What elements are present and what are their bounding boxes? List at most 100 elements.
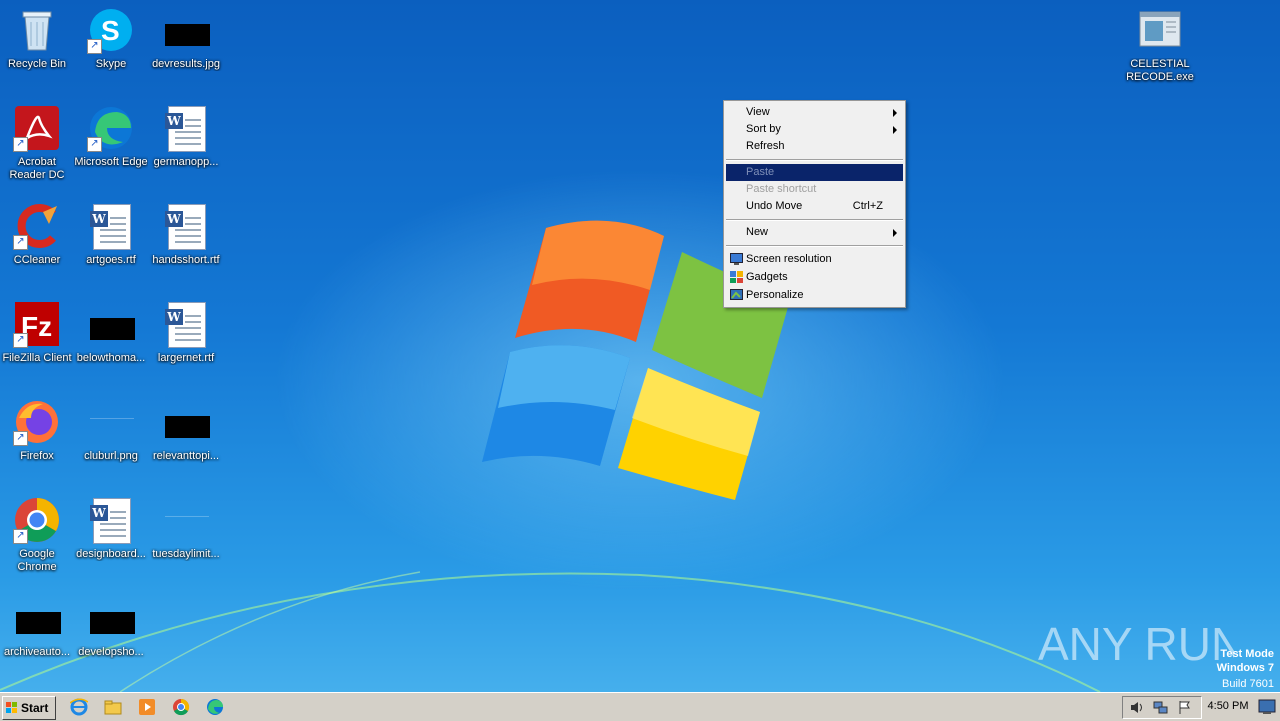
desktop-icon-label: developsho...: [78, 646, 144, 658]
monitor-icon: [730, 253, 743, 265]
explorer-folder-icon[interactable]: [104, 698, 122, 716]
desktop-icon-label: Firefox: [20, 450, 54, 462]
image-file-icon: [87, 398, 135, 446]
start-button[interactable]: Start: [2, 696, 56, 720]
desktop-context-menu: View Sort by Refresh Paste Paste shortcu…: [723, 100, 906, 308]
desktop-icon-acrobat[interactable]: ↗ Acrobat Reader DC: [0, 104, 74, 182]
image-file-icon: [162, 398, 210, 446]
desktop-icon-label: Microsoft Edge: [74, 156, 148, 168]
desktop-icon-belowthoma[interactable]: belowthoma...: [74, 300, 148, 365]
shortcut-arrow-icon: ↗: [13, 529, 28, 544]
image-file-icon: [162, 496, 210, 544]
image-file-icon: [87, 594, 135, 642]
desktop-icon-largernet[interactable]: W largernet.rtf: [149, 300, 223, 365]
word-doc-icon: W: [162, 104, 210, 152]
acrobat-icon: ↗: [13, 104, 61, 152]
desktop-icon-label: Skype: [95, 58, 127, 70]
desktop-icon-label: Recycle Bin: [7, 58, 67, 70]
desktop[interactable]: Recycle Bin ↗ Acrobat Reader DC ↗ CClean…: [0, 0, 1280, 692]
desktop-icon-label: archiveauto...: [3, 646, 71, 658]
firefox-icon: ↗: [13, 398, 61, 446]
desktop-icon-label: CELESTIAL RECODE.exe: [1126, 58, 1194, 83]
menu-item-view[interactable]: View: [726, 104, 903, 121]
desktop-icon-label: devresults.jpg: [152, 58, 220, 70]
menu-item-undo-move[interactable]: Undo Move Ctrl+Z: [726, 198, 903, 215]
desktop-icon-label: cluburl.png: [84, 450, 138, 462]
desktop-icon-devresults[interactable]: devresults.jpg: [149, 6, 223, 71]
chrome-icon: ↗: [13, 496, 61, 544]
submenu-arrow-icon: [893, 126, 897, 134]
menu-item-gadgets[interactable]: Gadgets: [726, 269, 903, 286]
desktop-icon-chrome[interactable]: ↗ Google Chrome: [0, 496, 74, 574]
menu-separator: [726, 245, 903, 247]
watermark-brand: ANY RUN: [1038, 618, 1234, 670]
shortcut-arrow-icon: ↗: [87, 137, 102, 152]
desktop-icon-edge[interactable]: ↗ Microsoft Edge: [74, 104, 148, 169]
watermark-os: Windows 7: [1216, 662, 1274, 674]
word-doc-icon: W: [162, 202, 210, 250]
menu-item-sort-by[interactable]: Sort by: [726, 121, 903, 138]
internet-explorer-icon[interactable]: [70, 698, 88, 716]
word-doc-icon: W: [162, 300, 210, 348]
watermark-build: Build 7601: [1222, 678, 1274, 690]
network-icon[interactable]: [1153, 700, 1168, 715]
desktop-icon-label: tuesdaylimit...: [152, 548, 220, 560]
desktop-icon-label: largernet.rtf: [157, 352, 215, 364]
desktop-icon-handsshort[interactable]: W handsshort.rtf: [149, 202, 223, 267]
exe-icon: [1136, 6, 1184, 54]
anyrun-logo: ANY RUN: [1038, 618, 1234, 670]
filezilla-icon: Fz ↗: [13, 300, 61, 348]
desktop-icon-developsho[interactable]: developsho...: [74, 594, 148, 659]
desktop-icon-label: FileZilla Client: [2, 352, 72, 364]
gadgets-icon: [730, 271, 743, 283]
desktop-icon-recycle-bin[interactable]: Recycle Bin: [0, 6, 74, 71]
desktop-icon-label: designboard...: [76, 548, 146, 560]
taskbar: Start 4:50 PM: [0, 692, 1280, 721]
action-center-flag-icon[interactable]: [1177, 700, 1192, 715]
word-doc-icon: W: [87, 202, 135, 250]
desktop-icon-cluburl[interactable]: cluburl.png: [74, 398, 148, 463]
desktop-icon-artgoes[interactable]: W artgoes.rtf: [74, 202, 148, 267]
taskbar-clock[interactable]: 4:50 PM: [1202, 696, 1254, 717]
desktop-icon-archiveauto[interactable]: archiveauto...: [0, 594, 74, 659]
windows-flag-icon: [6, 702, 17, 713]
image-file-icon: [87, 300, 135, 348]
desktop-icon-tuesdaylimit[interactable]: tuesdaylimit...: [149, 496, 223, 561]
image-file-icon: [13, 594, 61, 642]
watermark-test-mode: Test Mode: [1220, 648, 1274, 660]
desktop-icon-label: Acrobat Reader DC: [9, 156, 65, 181]
desktop-icon-designboard[interactable]: W designboard...: [74, 496, 148, 561]
edge-taskbar-icon[interactable]: [206, 698, 224, 716]
recycle-bin-icon: [13, 6, 61, 54]
media-player-icon[interactable]: [138, 698, 156, 716]
desktop-icon-firefox[interactable]: ↗ Firefox: [0, 398, 74, 463]
shortcut-arrow-icon: ↗: [13, 333, 28, 348]
desktop-icon-germanopp[interactable]: W germanopp...: [149, 104, 223, 169]
desktop-icon-label: artgoes.rtf: [86, 254, 136, 266]
image-file-icon: [162, 6, 210, 54]
menu-separator: [726, 219, 903, 221]
desktop-icon-label: Google Chrome: [17, 548, 57, 573]
desktop-icon-label: germanopp...: [153, 156, 219, 168]
desktop-icon-relevanttopi[interactable]: relevanttopi...: [149, 398, 223, 463]
word-doc-icon: W: [87, 496, 135, 544]
menu-item-refresh[interactable]: Refresh: [726, 138, 903, 155]
desktop-icon-skype[interactable]: S ↗ Skype: [74, 6, 148, 71]
desktop-icon-label: belowthoma...: [76, 352, 146, 364]
desktop-icon-filezilla[interactable]: Fz ↗ FileZilla Client: [0, 300, 74, 365]
system-tray: [1122, 696, 1202, 719]
menu-item-new[interactable]: New: [726, 224, 903, 241]
menu-item-paste-shortcut[interactable]: Paste shortcut: [726, 181, 903, 198]
desktop-icon-ccleaner[interactable]: ↗ CCleaner: [0, 202, 74, 267]
show-desktop-icon[interactable]: [1258, 699, 1276, 715]
desktop-icon-celestial-recode[interactable]: CELESTIAL RECODE.exe: [1123, 6, 1197, 84]
shortcut-arrow-icon: ↗: [13, 137, 28, 152]
submenu-arrow-icon: [893, 229, 897, 237]
menu-item-personalize[interactable]: Personalize: [726, 287, 903, 304]
personalize-icon: [730, 289, 743, 300]
volume-icon[interactable]: [1129, 700, 1144, 715]
menu-item-paste[interactable]: Paste: [726, 164, 903, 181]
shortcut-arrow-icon: ↗: [87, 39, 102, 54]
chrome-taskbar-icon[interactable]: [172, 698, 190, 716]
menu-item-screen-resolution[interactable]: Screen resolution: [726, 251, 903, 268]
